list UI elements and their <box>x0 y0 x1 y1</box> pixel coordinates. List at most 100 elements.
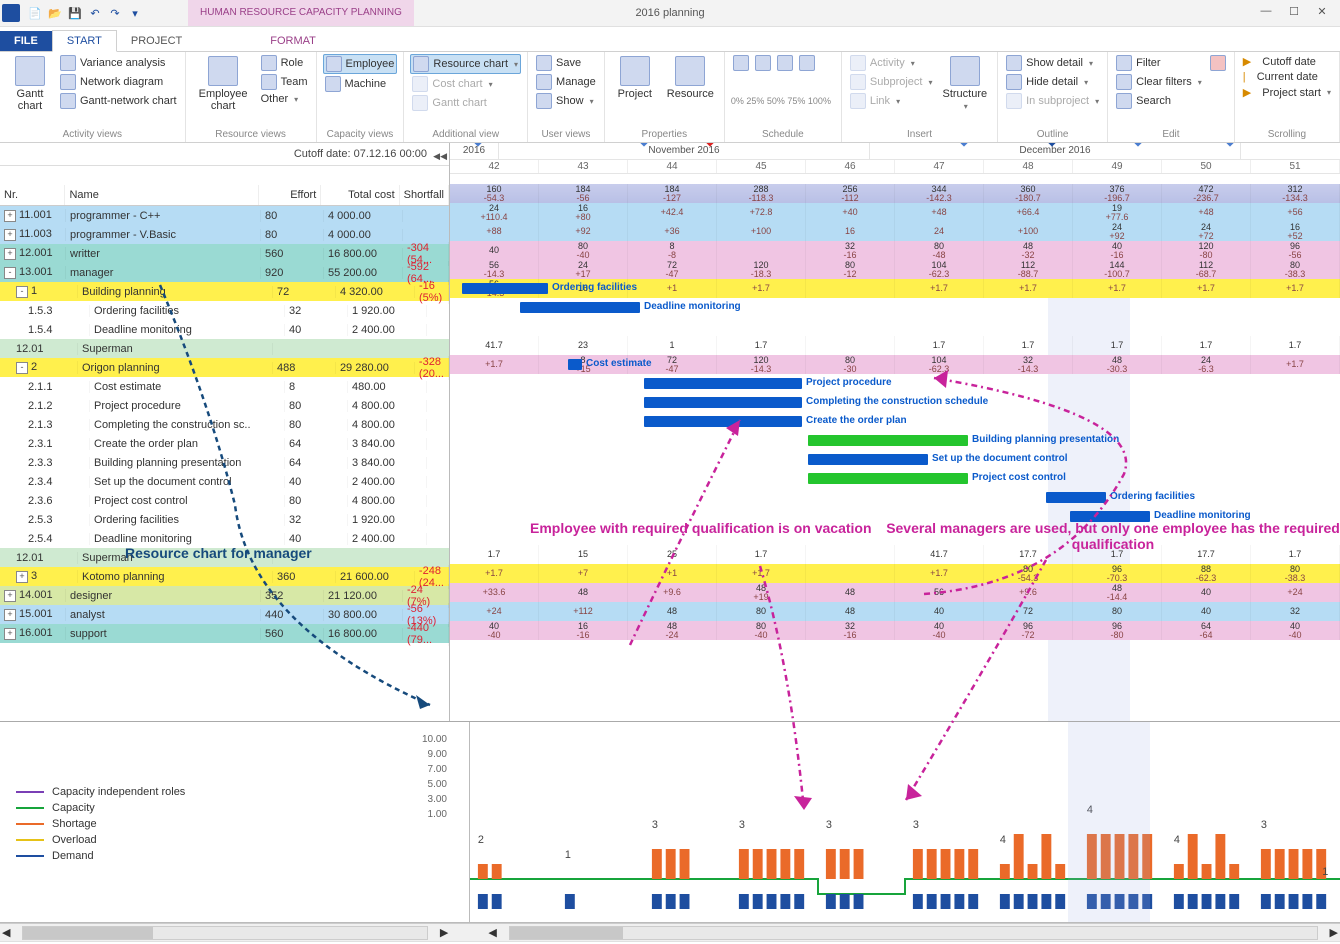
table-cell[interactable]: 2.3.6 <box>0 495 90 507</box>
table-cell[interactable]: 1.5.4 <box>0 324 90 336</box>
table-cell[interactable]: Ordering facilities <box>90 514 285 526</box>
table-cell[interactable]: -13.001 <box>0 266 66 279</box>
filter-button[interactable]: Filter <box>1114 54 1204 72</box>
in-subproject-button[interactable]: In subproject <box>1004 92 1101 110</box>
network-diagram-button[interactable]: Network diagram <box>58 73 179 91</box>
table-cell[interactable]: 560 <box>261 248 324 260</box>
table-cell[interactable]: 2.1.3 <box>0 419 90 431</box>
gantt-bar[interactable]: Ordering facilities <box>1046 492 1106 503</box>
gantt-network-chart-button[interactable]: Gantt-network chart <box>58 92 179 110</box>
expand-toggle[interactable]: + <box>4 609 16 621</box>
table-cell[interactable]: programmer - V.Basic <box>66 229 261 241</box>
gantt-bar[interactable]: Deadline monitoring <box>520 302 640 313</box>
table-row[interactable]: 12.01Superman <box>0 339 449 358</box>
table-cell[interactable]: 72 <box>273 286 336 298</box>
table-cell[interactable]: 4 000.00 <box>324 210 403 222</box>
role-button[interactable]: Role <box>259 54 310 72</box>
table-cell[interactable]: Ordering facilities <box>90 305 285 317</box>
employee-capacity-button[interactable]: Employee <box>323 54 398 74</box>
gantt-bar[interactable]: Create the order plan <box>644 416 802 427</box>
horizontal-scrollbar[interactable]: ◀ ▶ ◀ ▶ <box>0 923 1340 941</box>
table-cell[interactable]: 4 000.00 <box>324 229 403 241</box>
expand-toggle[interactable]: + <box>4 229 16 241</box>
gantt-pane[interactable]: 2016November 2016December 2016 424344454… <box>450 143 1340 721</box>
employee-chart-button[interactable]: Employee chart <box>192 54 255 114</box>
table-cell[interactable]: 920 <box>261 267 324 279</box>
close-button[interactable]: ✕ <box>1308 0 1336 22</box>
table-cell[interactable]: 2 400.00 <box>348 476 427 488</box>
table-cell[interactable]: designer <box>66 590 261 602</box>
undo-icon[interactable]: ↶ <box>86 4 104 22</box>
table-cell[interactable]: Set up the document control <box>90 476 285 488</box>
gantt-bar[interactable]: Set up the document control <box>808 454 928 465</box>
table-cell[interactable]: 4 800.00 <box>348 495 427 507</box>
table-cell[interactable]: 360 <box>273 571 336 583</box>
table-cell[interactable]: Cost estimate <box>90 381 285 393</box>
chart-plot[interactable]: 21333344431 <box>469 722 1340 922</box>
table-cell[interactable]: 2.5.3 <box>0 514 90 526</box>
col-effort[interactable]: Effort <box>259 185 322 205</box>
redo-icon[interactable]: ↷ <box>106 4 124 22</box>
table-cell[interactable]: Superman <box>78 552 273 564</box>
table-cell[interactable]: 4 800.00 <box>348 400 427 412</box>
gantt-bar[interactable]: Project procedure <box>644 378 802 389</box>
col-nr[interactable]: Nr. <box>0 185 65 205</box>
table-row[interactable]: 1.5.3Ordering facilities321 920.00 <box>0 301 449 320</box>
table-cell[interactable]: 488 <box>273 362 336 374</box>
search-button[interactable]: Search <box>1114 92 1204 110</box>
table-cell[interactable]: -1 <box>0 285 78 298</box>
tab-start[interactable]: START <box>52 30 117 52</box>
expand-toggle[interactable]: + <box>4 210 16 222</box>
table-row[interactable]: +14.001designer35221 120.00-24 (7%) <box>0 586 449 605</box>
table-cell[interactable]: 8 <box>285 381 348 393</box>
table-cell[interactable]: 4 800.00 <box>348 419 427 431</box>
table-cell[interactable]: analyst <box>66 609 261 621</box>
machine-capacity-button[interactable]: Machine <box>323 75 398 93</box>
table-cell[interactable]: 40 <box>285 476 348 488</box>
cutoff-date-button[interactable]: ▶ Cutoff date <box>1241 54 1333 69</box>
table-cell[interactable]: 3 840.00 <box>348 438 427 450</box>
table-cell[interactable]: 64 <box>285 438 348 450</box>
table-cell[interactable]: 80 <box>285 495 348 507</box>
tab-format[interactable]: FORMAT <box>256 31 330 51</box>
table-cell[interactable]: support <box>66 628 261 640</box>
project-start-button[interactable]: ▶ Project start <box>1241 85 1333 100</box>
schedule-btn-4[interactable] <box>797 54 817 72</box>
table-row[interactable]: +3Kotomo planning36021 600.00-248 (24... <box>0 567 449 586</box>
table-row[interactable]: +15.001analyst44030 800.00-56 (13%) <box>0 605 449 624</box>
new-icon[interactable]: 📄 <box>26 4 44 22</box>
table-row[interactable]: 12.01Superman <box>0 548 449 567</box>
show-view-button[interactable]: Show <box>534 92 598 110</box>
table-cell[interactable]: +11.001 <box>0 209 66 222</box>
minimize-button[interactable]: — <box>1252 0 1280 22</box>
tab-project[interactable]: PROJECT <box>117 31 196 51</box>
table-row[interactable]: -1Building planning724 320.00-16 (5%) <box>0 282 449 301</box>
table-row[interactable]: 2.1.3Completing the construction sc..804… <box>0 415 449 434</box>
table-cell[interactable]: -328 (20... <box>415 356 449 380</box>
expand-toggle[interactable]: + <box>4 590 16 602</box>
gantt-bar[interactable]: Project cost control <box>808 473 968 484</box>
cost-chart-button[interactable]: Cost chart <box>410 75 521 93</box>
table-row[interactable]: +11.001programmer - C++804 000.00 <box>0 206 449 225</box>
table-cell[interactable]: +16.001 <box>0 627 66 640</box>
table-cell[interactable]: 2 400.00 <box>348 533 427 545</box>
table-cell[interactable]: Origon planning <box>78 362 273 374</box>
table-cell[interactable]: +11.003 <box>0 228 66 241</box>
scroll-right-icon[interactable]: ▶ <box>440 926 448 939</box>
expand-toggle[interactable]: - <box>16 362 28 374</box>
collapse-icon[interactable]: ◀◀ <box>433 145 447 167</box>
manage-view-button[interactable]: Manage <box>534 73 598 91</box>
table-row[interactable]: +12.001writter56016 800.00-304 (54... <box>0 244 449 263</box>
save-view-button[interactable]: Save <box>534 54 598 72</box>
schedule-btn-2[interactable] <box>753 54 773 72</box>
table-row[interactable]: 1.5.4Deadline monitoring402 400.00 <box>0 320 449 339</box>
clear-filters-button[interactable]: Clear filters <box>1114 73 1204 91</box>
col-cost[interactable]: Total cost <box>321 185 399 205</box>
table-cell[interactable]: 1 920.00 <box>348 305 427 317</box>
table-cell[interactable]: 30 800.00 <box>324 609 403 621</box>
gantt-bar[interactable]: Cost estimate <box>568 359 582 370</box>
table-cell[interactable]: 80 <box>261 210 324 222</box>
table-cell[interactable]: 16 800.00 <box>324 248 403 260</box>
table-cell[interactable]: 352 <box>261 590 324 602</box>
table-cell[interactable]: Project procedure <box>90 400 285 412</box>
